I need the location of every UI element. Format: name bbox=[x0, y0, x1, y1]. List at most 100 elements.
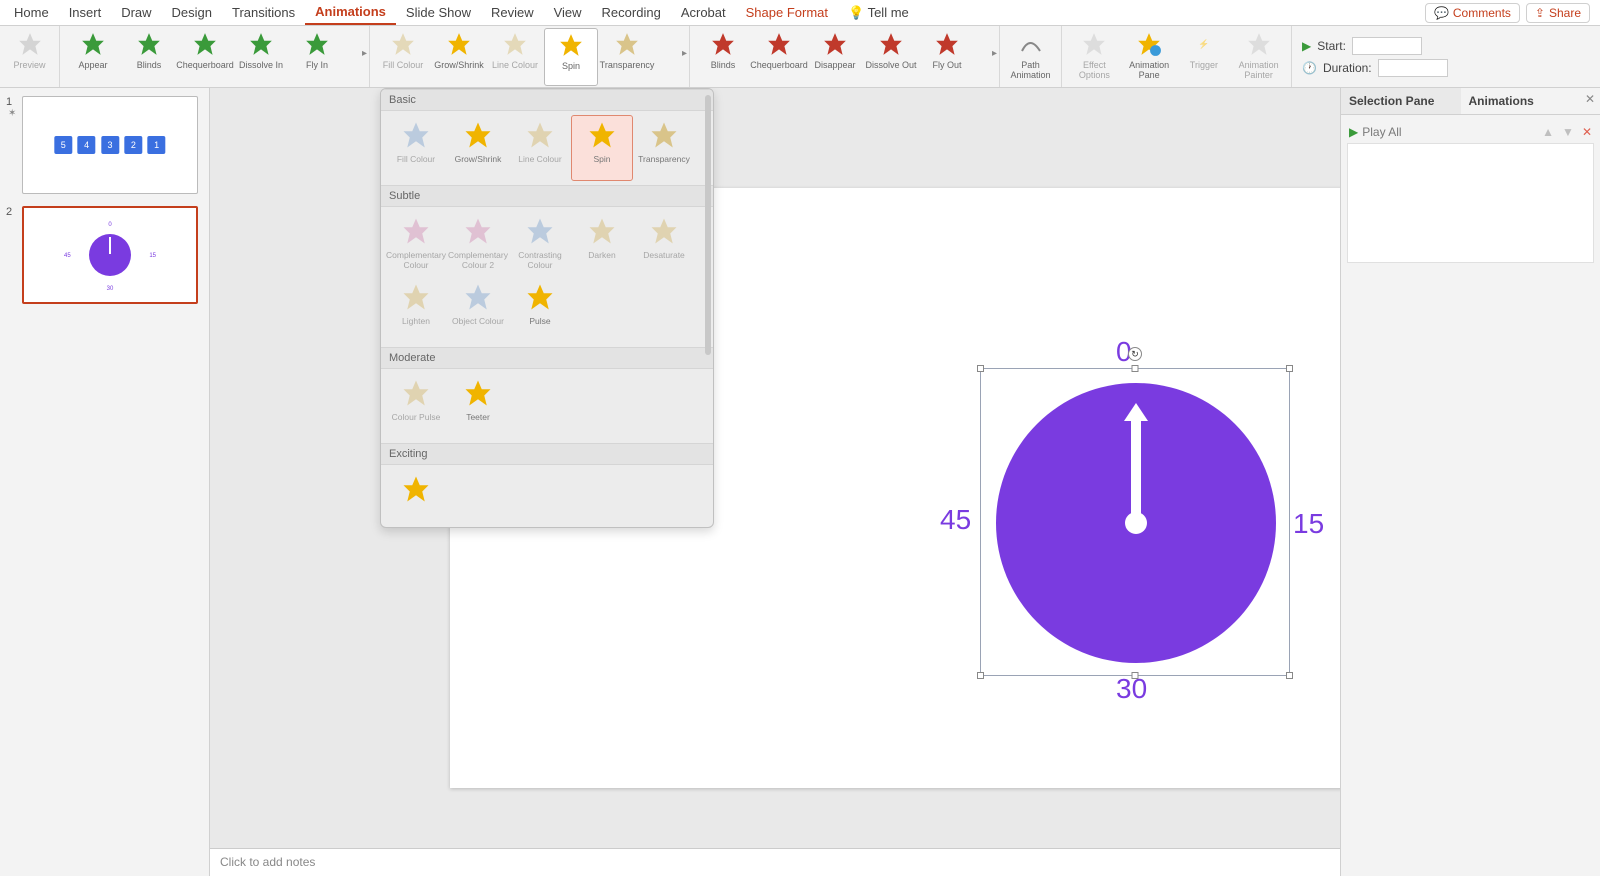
notes-pane[interactable]: Click to add notes bbox=[210, 848, 1340, 876]
tab-shape-format[interactable]: Shape Format bbox=[736, 1, 838, 24]
gallery-desaturate[interactable]: Desaturate bbox=[633, 211, 695, 277]
tab-draw[interactable]: Draw bbox=[111, 1, 161, 24]
emphasis-spin[interactable]: Spin bbox=[544, 28, 598, 86]
entrance-blinds[interactable]: Blinds bbox=[122, 28, 176, 86]
label: Chequerboard bbox=[750, 60, 808, 70]
comment-icon: 💬 bbox=[1434, 6, 1449, 20]
animation-list[interactable] bbox=[1347, 143, 1594, 263]
clock-needle bbox=[1131, 417, 1141, 523]
animation-pane-icon bbox=[1135, 30, 1163, 58]
tab-home[interactable]: Home bbox=[4, 1, 59, 24]
label: Contrasting Colour bbox=[512, 250, 568, 270]
painter-icon bbox=[1245, 30, 1273, 58]
move-up-icon[interactable]: ▲ bbox=[1542, 125, 1554, 139]
exit-disappear[interactable]: Disappear bbox=[808, 28, 862, 86]
gallery-darken[interactable]: Darken bbox=[571, 211, 633, 277]
entrance-appear[interactable]: Appear bbox=[66, 28, 120, 86]
resize-handle[interactable] bbox=[1132, 672, 1139, 679]
label: Effect Options bbox=[1068, 60, 1121, 80]
tab-animations[interactable]: Animations bbox=[305, 0, 396, 25]
gallery-contrasting-colour[interactable]: Contrasting Colour bbox=[509, 211, 571, 277]
label: Fly In bbox=[306, 60, 328, 70]
trigger-button[interactable]: ⚡Trigger bbox=[1178, 28, 1231, 86]
entrance-fly-in[interactable]: Fly In bbox=[290, 28, 344, 86]
resize-handle[interactable] bbox=[977, 672, 984, 679]
label: Transparency bbox=[638, 154, 690, 164]
thumbnail-slide-1[interactable]: 5 4 3 2 1 bbox=[22, 96, 198, 194]
close-pane-icon[interactable]: ✕ bbox=[1580, 88, 1600, 114]
preview-label: Preview bbox=[13, 60, 45, 70]
exit-fly-out[interactable]: Fly Out bbox=[920, 28, 974, 86]
selection-pane-tab[interactable]: Selection Pane bbox=[1341, 88, 1461, 114]
gallery-line-colour[interactable]: Line Colour bbox=[509, 115, 571, 181]
gallery-colour-pulse[interactable]: Colour Pulse bbox=[385, 373, 447, 439]
emphasis-grow-shrink[interactable]: Grow/Shrink bbox=[432, 28, 486, 86]
gallery-transparency[interactable]: Transparency bbox=[633, 115, 695, 181]
tab-insert[interactable]: Insert bbox=[59, 1, 112, 24]
gallery-grow-shrink[interactable]: Grow/Shrink bbox=[447, 115, 509, 181]
emphasis-more-icon[interactable]: ▸ bbox=[682, 48, 687, 59]
exit-dissolve-out[interactable]: Dissolve Out bbox=[864, 28, 918, 86]
gallery-object-colour[interactable]: Object Colour bbox=[447, 277, 509, 343]
share-label: Share bbox=[1549, 6, 1581, 20]
effect-options-button[interactable]: Effect Options bbox=[1068, 28, 1121, 86]
animation-painter-button[interactable]: Animation Painter bbox=[1232, 28, 1285, 86]
tab-review[interactable]: Review bbox=[481, 1, 544, 24]
share-button[interactable]: ⇪ Share bbox=[1526, 3, 1590, 23]
animations-pane-tab[interactable]: Animations bbox=[1461, 88, 1581, 114]
gallery-scrollbar[interactable] bbox=[705, 95, 711, 355]
resize-handle[interactable] bbox=[977, 365, 984, 372]
entrance-more-icon[interactable]: ▸ bbox=[362, 48, 367, 59]
exit-more-icon[interactable]: ▸ bbox=[992, 48, 997, 59]
resize-handle[interactable] bbox=[1286, 365, 1293, 372]
gallery-lighten[interactable]: Lighten bbox=[385, 277, 447, 343]
delete-icon[interactable]: ✕ bbox=[1582, 125, 1592, 139]
selected-shape[interactable]: ↻ bbox=[980, 368, 1290, 676]
preview-button[interactable]: Preview bbox=[6, 28, 53, 86]
play-all-button[interactable]: Play All bbox=[1362, 125, 1401, 139]
trigger-icon: ⚡ bbox=[1190, 30, 1218, 58]
gallery-complementary-colour[interactable]: Complementary Colour bbox=[385, 211, 447, 277]
label: Teeter bbox=[466, 412, 490, 422]
tab-transitions[interactable]: Transitions bbox=[222, 1, 305, 24]
gallery-teeter[interactable]: Teeter bbox=[447, 373, 509, 439]
emphasis-line-colour[interactable]: Line Colour bbox=[488, 28, 542, 86]
start-label: Start: bbox=[1317, 39, 1346, 53]
animation-pane-button[interactable]: Animation Pane bbox=[1123, 28, 1176, 86]
tab-view[interactable]: View bbox=[544, 1, 592, 24]
tab-design[interactable]: Design bbox=[162, 1, 222, 24]
preview-star-icon bbox=[16, 30, 44, 58]
resize-handle[interactable] bbox=[1132, 365, 1139, 372]
clock-circle[interactable] bbox=[996, 383, 1276, 663]
tab-acrobat[interactable]: Acrobat bbox=[671, 1, 736, 24]
tab-tellme[interactable]: 💡 Tell me bbox=[838, 1, 919, 25]
thumbnail-slide-2[interactable]: 0 15 30 45 bbox=[22, 206, 198, 304]
label: Line Colour bbox=[492, 60, 538, 70]
path-animation-button[interactable]: Path Animation bbox=[1006, 28, 1055, 86]
gallery-complementary-colour-2[interactable]: Complementary Colour 2 bbox=[447, 211, 509, 277]
gallery-pulse[interactable]: Pulse bbox=[509, 277, 571, 343]
tile: 1 bbox=[148, 136, 166, 154]
tab-slideshow[interactable]: Slide Show bbox=[396, 1, 481, 24]
clock-label-15: 15 bbox=[1293, 508, 1324, 540]
label: Fill Colour bbox=[397, 154, 435, 164]
gallery-spin[interactable]: Spin bbox=[571, 115, 633, 181]
exit-chequerboard[interactable]: Chequerboard bbox=[752, 28, 806, 86]
rotate-handle[interactable]: ↻ bbox=[1128, 347, 1142, 361]
duration-input[interactable] bbox=[1378, 59, 1448, 77]
exit-blinds[interactable]: Blinds bbox=[696, 28, 750, 86]
label: Spin bbox=[593, 154, 610, 164]
emphasis-fill-colour[interactable]: Fill Colour bbox=[376, 28, 430, 86]
move-down-icon[interactable]: ▼ bbox=[1562, 125, 1574, 139]
gallery-exciting-item[interactable] bbox=[385, 469, 447, 528]
canvas[interactable]: 0 15 30 45 ↻ Basic Fil bbox=[210, 88, 1340, 876]
entrance-dissolve-in[interactable]: Dissolve In bbox=[234, 28, 288, 86]
entrance-chequerboard[interactable]: Chequerboard bbox=[178, 28, 232, 86]
gallery-fill-colour[interactable]: Fill Colour bbox=[385, 115, 447, 181]
resize-handle[interactable] bbox=[1286, 672, 1293, 679]
start-input[interactable] bbox=[1352, 37, 1422, 55]
tile: 3 bbox=[101, 136, 119, 154]
tab-recording[interactable]: Recording bbox=[592, 1, 671, 24]
emphasis-transparency[interactable]: Transparency bbox=[600, 28, 654, 86]
comments-button[interactable]: 💬 Comments bbox=[1425, 3, 1520, 23]
